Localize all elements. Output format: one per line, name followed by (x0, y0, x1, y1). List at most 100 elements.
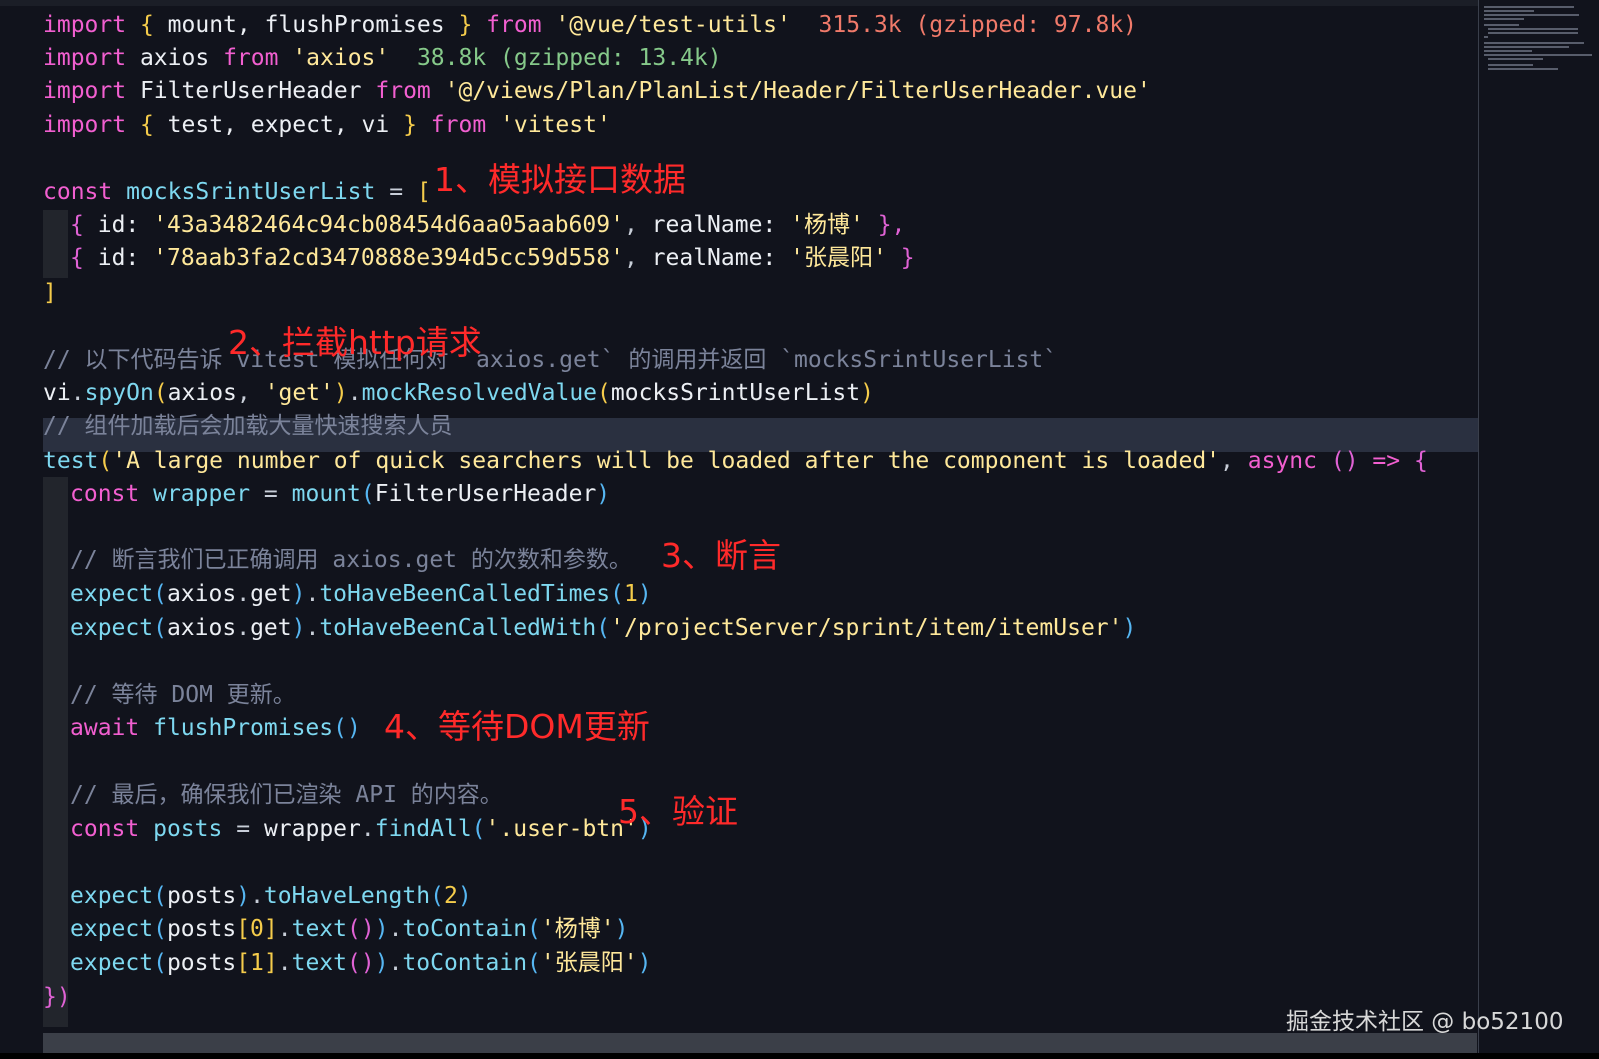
paren: ) (374, 916, 389, 942)
editor-divider (1478, 0, 1479, 1059)
code-line-1[interactable]: import { mount, flushPromises } from '@v… (43, 8, 1137, 42)
operator: = (263, 481, 278, 507)
horizontal-scrollbar[interactable] (43, 1033, 1477, 1053)
identifier: FilterUserHeader (374, 481, 597, 507)
code-line-5[interactable]: const mocksSrintUserList = [ (43, 175, 431, 209)
code-line-24[interactable]: }) (43, 980, 71, 1014)
identifier: posts (153, 816, 223, 842)
identifier: axios (167, 380, 237, 406)
string: '78aab3fa2cd3470888e394d5cc59d558' (153, 245, 624, 271)
identifier: posts (166, 883, 237, 909)
code-line-12[interactable]: test('A large number of quick searchers … (43, 444, 1428, 478)
paren: ) (637, 581, 652, 607)
keyword: const (43, 179, 113, 205)
method: mockResolvedValue (361, 380, 598, 406)
code-line-10[interactable]: vi.spyOn(axios, 'get').mockResolvedValue… (43, 376, 874, 410)
keyword: from (486, 12, 542, 38)
code-line-2[interactable]: import axios from 'axios' 38.8k (gzipped… (43, 41, 722, 75)
dot: . (236, 581, 251, 607)
method: text (291, 950, 347, 976)
paren: ) (333, 380, 348, 406)
brace: } (403, 112, 417, 138)
keyword: import (43, 78, 127, 104)
paren: ) (457, 883, 472, 909)
identifier: axios (166, 615, 237, 641)
function-call: expect (70, 883, 154, 909)
identifier: posts (166, 916, 237, 942)
code-line-13[interactable]: const wrapper = mount(FilterUserHeader) (70, 477, 610, 511)
number: 1 (623, 581, 638, 607)
paren: ( (596, 615, 611, 641)
code-line-18[interactable]: await flushPromises() (70, 711, 361, 745)
function-call: mount (291, 481, 361, 507)
code-line-14[interactable]: // 断言我们已正确调用 axios.get 的次数和参数。 (70, 543, 632, 577)
identifier: test, expect, vi (153, 112, 404, 138)
string: 'vitest' (500, 112, 611, 138)
paren: ( (153, 883, 167, 909)
keyword: async (1247, 448, 1317, 474)
string: '杨博' (540, 916, 615, 942)
code-line-9[interactable]: // 以下代码告诉 vitest 模拟任何对 `axios.get` 的调用并返… (43, 343, 1057, 377)
operator: = (389, 179, 404, 205)
brace: { (139, 12, 154, 38)
code-line-16[interactable]: expect(axios.get).toHaveBeenCalledWith('… (70, 611, 1136, 645)
paren: ) (860, 380, 874, 406)
paren: () (347, 916, 375, 942)
method: toHaveBeenCalledWith (319, 615, 597, 641)
comment: // 组件加载后会加载大量快速搜索人员 (43, 413, 453, 439)
function-call: expect (70, 950, 154, 976)
comment: // 断言我们已正确调用 axios.get 的次数和参数。 (70, 547, 632, 573)
brace: }) (43, 984, 71, 1010)
minimap[interactable] (1482, 4, 1594, 74)
code-line-3[interactable]: import FilterUserHeader from '@/views/Pl… (43, 74, 1151, 108)
code-line-15[interactable]: expect(axios.get).toHaveBeenCalledTimes(… (70, 577, 652, 611)
keyword: from (430, 112, 487, 138)
brace: } (458, 12, 473, 38)
paren: ( (430, 883, 444, 909)
bracket: ] (43, 280, 57, 306)
comment: // 以下代码告诉 vitest 模拟任何对 `axios.get` 的调用并返… (43, 347, 1058, 373)
code-editor[interactable]: import { mount, flushPromises } from '@v… (0, 0, 1479, 1059)
editor-top-strip (0, 0, 1478, 6)
identifier: wrapper (153, 481, 251, 507)
import-cost-hint: 38.8k (gzipped: 13.4k) (416, 45, 722, 71)
paren: ( (471, 816, 486, 842)
identifier: get (250, 615, 292, 641)
index-access: [1] (236, 950, 278, 976)
code-line-7[interactable]: { id: '78aab3fa2cd3470888e394d5cc59d558'… (70, 241, 915, 275)
code-line-20[interactable]: const posts = wrapper.findAll('.user-btn… (70, 812, 652, 846)
code-line-22[interactable]: expect(posts[0].text()).toContain('杨博') (70, 912, 628, 946)
code-line-11[interactable]: // 组件加载后会加载大量快速搜索人员 (43, 409, 453, 443)
code-line-21[interactable]: expect(posts).toHaveLength(2) (70, 879, 472, 913)
annotation-intercept-http: 2、拦截http请求 (228, 323, 482, 362)
string: 'A large number of quick searchers will … (112, 448, 1221, 474)
identifier: mocksSrintUserList (610, 380, 861, 406)
method: toContain (402, 950, 528, 976)
string: '/projectServer/sprint/item/itemUser' (610, 615, 1123, 641)
identifier: get (250, 581, 292, 607)
code-line-6[interactable]: { id: '43a3482464c94cb08454d6aa05aab609'… (70, 208, 905, 242)
keyword: from (223, 45, 279, 71)
function-call: expect (70, 615, 154, 641)
code-line-4[interactable]: import { test, expect, vi } from 'vitest… (43, 108, 611, 142)
code-line-17[interactable]: // 等待 DOM 更新。 (70, 678, 296, 712)
method: spyOn (84, 380, 154, 406)
string: 'get' (264, 380, 334, 406)
function-call: expect (70, 581, 154, 607)
watermark: 掘金技术社区 @ bo52100 (1286, 1009, 1564, 1035)
paren: ( (153, 916, 167, 942)
property-key: realName: (651, 212, 777, 238)
code-line-8[interactable]: ] (43, 276, 57, 310)
identifier: mount, flushPromises (153, 12, 459, 38)
annotation-verify: 5、验证 (618, 792, 738, 831)
code-line-23[interactable]: expect(posts[1].text()).toContain('张晨阳') (70, 946, 651, 980)
paren: ) (374, 950, 389, 976)
code-line-19[interactable]: // 最后，确保我们已渲染 API 的内容。 (70, 778, 503, 812)
index-access: [0] (236, 916, 278, 942)
string: '@vue/test-utils' (555, 12, 791, 38)
indent-guide (43, 477, 68, 1027)
paren: ( (153, 950, 167, 976)
bracket: [ (416, 179, 431, 205)
brace: }, (877, 212, 906, 238)
annotation-mock-data: 1、模拟接口数据 (434, 160, 686, 199)
